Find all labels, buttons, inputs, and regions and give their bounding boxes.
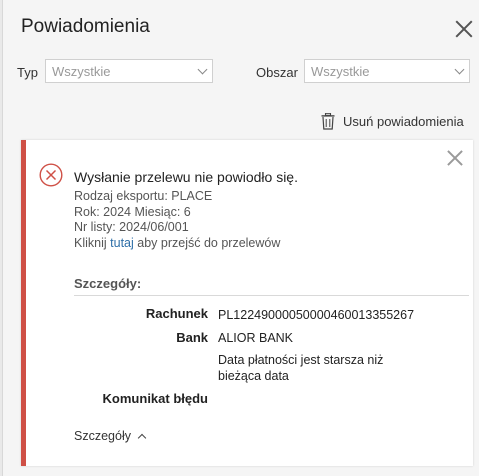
error-circle-icon — [39, 163, 63, 187]
type-filter-select[interactable]: Wszystkie — [45, 59, 213, 83]
chevron-down-icon — [197, 64, 208, 75]
error-message-line-1: Data płatności jest starsza niż — [218, 353, 384, 367]
error-message-line-2: bieżąca data — [218, 369, 289, 383]
chevron-down-icon — [454, 64, 465, 75]
area-filter-value: Wszystkie — [311, 64, 370, 79]
bank-label: Bank — [176, 330, 208, 345]
link-prefix-text: Kliknij — [74, 236, 107, 250]
error-message-label: Komunikat błędu — [102, 391, 208, 406]
transfers-link[interactable]: tutaj — [110, 236, 134, 250]
notification-card: Wysłanie przelewu nie powiodło się. Rodz… — [21, 140, 473, 466]
account-value: PL12249000050000460013355267 — [218, 308, 415, 322]
area-filter-label: Obszar — [256, 65, 298, 80]
export-type-text: Rodzaj eksportu: PLACE — [74, 189, 213, 203]
bank-value: ALIOR BANK — [218, 331, 294, 345]
remove-notifications-label: Usuń powiadomienia — [343, 113, 464, 129]
area-filter-select[interactable]: Wszystkie — [304, 59, 470, 83]
details-toggle[interactable]: Szczegóły — [74, 429, 147, 443]
chevron-up-icon — [137, 433, 147, 443]
details-divider — [74, 295, 469, 296]
link-suffix-text: aby przejść do przelewów — [137, 236, 281, 250]
notification-title: Wysłanie przelewu nie powiodło się. — [74, 169, 298, 185]
notifications-panel: Powiadomienia Typ Wszystkie Obszar Wszys… — [2, 0, 479, 476]
account-label: Rachunek — [145, 306, 208, 321]
details-heading: Szczegóły: — [74, 276, 142, 291]
type-filter-value: Wszystkie — [52, 64, 111, 79]
trash-icon — [321, 112, 335, 130]
type-filter-label: Typ — [17, 65, 38, 80]
remove-notifications-button[interactable]: Usuń powiadomienia — [321, 112, 464, 130]
details-toggle-label: Szczegóły — [74, 429, 131, 443]
panel-title: Powiadomienia — [21, 16, 150, 37]
transfer-link-line: Kliknij tutaj aby przejść do przelewów — [74, 236, 280, 250]
list-number-text: Nr listy: 2024/06/001 — [74, 220, 189, 234]
close-icon[interactable] — [447, 150, 463, 166]
year-month-text: Rok: 2024 Miesiąc: 6 — [74, 205, 191, 219]
close-panel-icon[interactable] — [454, 19, 474, 39]
